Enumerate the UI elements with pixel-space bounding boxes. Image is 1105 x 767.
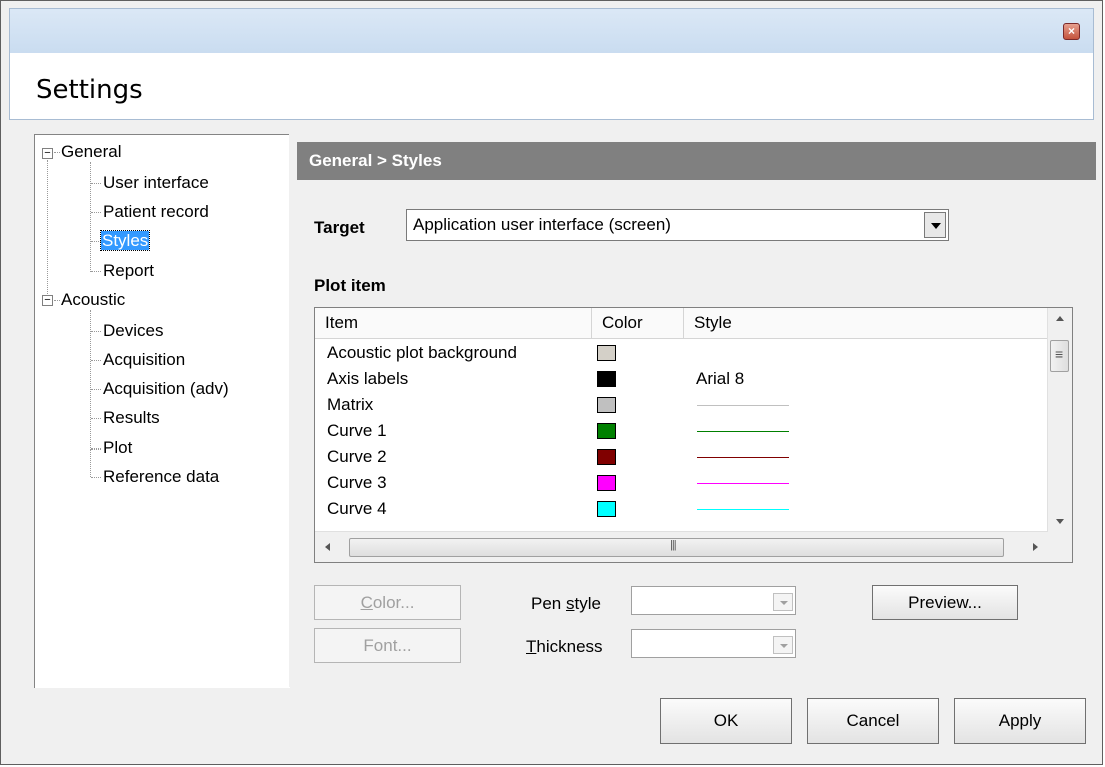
thickness-select[interactable] <box>631 629 796 658</box>
scroll-left-icon[interactable] <box>325 543 330 551</box>
tree-item-results[interactable]: Results <box>102 408 161 428</box>
color-swatch <box>597 397 616 413</box>
item-name: Matrix <box>327 395 374 414</box>
tree-item-report[interactable]: Report <box>102 261 155 281</box>
chevron-down-icon[interactable] <box>773 636 793 654</box>
close-icon[interactable]: × <box>1063 23 1080 40</box>
item-name: Curve 1 <box>327 421 387 440</box>
color-button[interactable]: Color... <box>314 585 461 620</box>
item-name: Acoustic plot background <box>327 343 517 362</box>
horizontal-scroll-thumb[interactable] <box>349 538 1004 557</box>
column-header-color[interactable]: Color <box>592 308 684 338</box>
list-header: Item Color Style <box>315 308 1048 339</box>
settings-tree: − General User interface Patient record … <box>34 134 290 688</box>
tree-item-acquisition-adv[interactable]: Acquisition (adv) <box>102 379 230 399</box>
scroll-right-icon[interactable] <box>1033 543 1038 551</box>
target-select-value: Application user interface (screen) <box>413 215 671 234</box>
tree-item-general[interactable]: General <box>60 142 122 162</box>
color-swatch <box>597 423 616 439</box>
color-swatch <box>597 371 616 387</box>
color-swatch <box>597 475 616 491</box>
plot-item-label: Plot item <box>314 276 386 295</box>
item-name: Curve 3 <box>327 473 387 492</box>
style-line-sample <box>697 457 789 458</box>
style-line-sample <box>697 431 789 432</box>
settings-dialog: × Settings − General User interface Pati… <box>0 0 1103 765</box>
tree-item-patient-record[interactable]: Patient record <box>102 202 210 222</box>
tree-item-styles[interactable]: Styles <box>99 230 151 251</box>
color-swatch <box>597 501 616 517</box>
list-item[interactable]: Curve 4 <box>315 497 1048 523</box>
tree-item-acquisition[interactable]: Acquisition <box>102 350 186 370</box>
list-item[interactable]: Curve 3 <box>315 471 1048 497</box>
column-header-item[interactable]: Item <box>315 308 592 338</box>
title-bar: × <box>9 8 1094 54</box>
pen-style-label: Pen style <box>531 594 601 613</box>
font-button[interactable]: Font... <box>314 628 461 663</box>
style-line-sample <box>697 483 789 484</box>
ok-button[interactable]: OK <box>660 698 792 744</box>
dialog-title: Settings <box>36 75 143 105</box>
item-name: Axis labels <box>327 369 409 388</box>
list-item[interactable]: Matrix <box>315 393 1048 419</box>
tree-item-plot[interactable]: Plot <box>102 438 133 458</box>
item-name: Curve 2 <box>327 447 387 466</box>
scroll-down-icon[interactable] <box>1056 519 1064 524</box>
apply-button[interactable]: Apply <box>954 698 1086 744</box>
styles-panel: General > Styles Target Application user… <box>289 134 1096 687</box>
collapse-general-icon[interactable]: − <box>42 148 53 159</box>
vertical-scroll-thumb[interactable] <box>1050 340 1069 372</box>
panel-breadcrumb: General > Styles <box>297 142 1096 180</box>
list-item[interactable]: Axis labels Arial 8 <box>315 367 1048 393</box>
style-font-text: Arial 8 <box>696 369 745 388</box>
scroll-corner <box>1048 532 1072 562</box>
dialog-header: Settings <box>9 53 1094 120</box>
color-swatch <box>597 345 616 361</box>
list-item[interactable]: Curve 1 <box>315 419 1048 445</box>
collapse-acoustic-icon[interactable]: − <box>42 295 53 306</box>
list-item[interactable]: Acoustic plot background <box>315 341 1048 367</box>
pen-style-select[interactable] <box>631 586 796 615</box>
style-line-sample <box>697 405 789 406</box>
list-item[interactable]: Curve 2 <box>315 445 1048 471</box>
chevron-down-icon[interactable] <box>773 593 793 611</box>
vertical-scrollbar[interactable] <box>1047 308 1072 532</box>
item-name: Curve 4 <box>327 499 387 518</box>
thickness-label: Thickness <box>526 637 603 656</box>
style-line-sample <box>697 509 789 510</box>
target-select[interactable]: Application user interface (screen) <box>406 209 949 241</box>
horizontal-scrollbar[interactable] <box>315 531 1048 562</box>
color-swatch <box>597 449 616 465</box>
plot-item-list[interactable]: Item Color Style Acoustic plot backgroun… <box>314 307 1073 563</box>
cancel-button[interactable]: Cancel <box>807 698 939 744</box>
tree-item-reference-data[interactable]: Reference data <box>102 467 220 487</box>
preview-button[interactable]: Preview... <box>872 585 1018 620</box>
tree-item-devices[interactable]: Devices <box>102 321 164 341</box>
tree-item-acoustic[interactable]: Acoustic <box>60 290 126 310</box>
column-header-style[interactable]: Style <box>684 308 1048 338</box>
tree-item-user-interface[interactable]: User interface <box>102 173 210 193</box>
scroll-up-icon[interactable] <box>1056 316 1064 321</box>
target-label: Target <box>314 218 365 237</box>
chevron-down-icon[interactable] <box>924 212 946 238</box>
